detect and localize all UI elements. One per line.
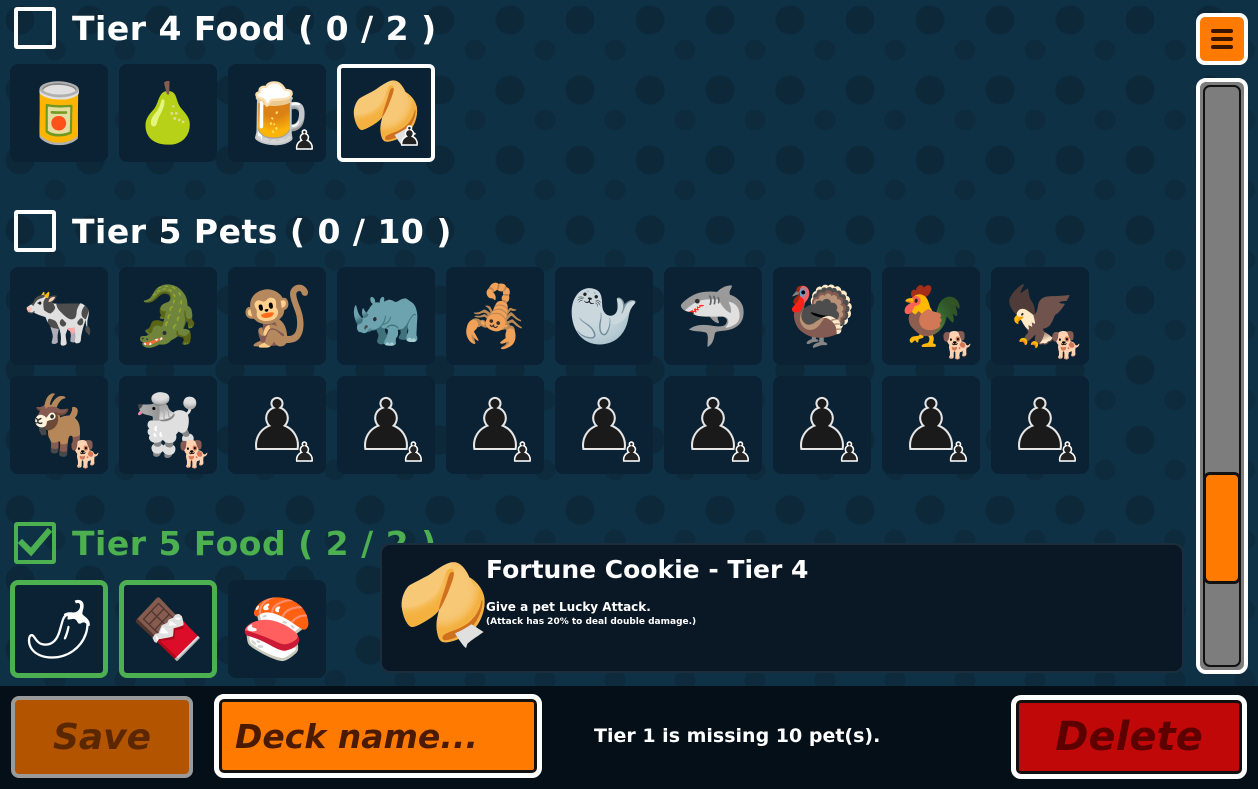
- tooltip-description: Give a pet Lucky Attack.: [486, 600, 651, 614]
- locked-pawn-icon: ♟: [728, 437, 753, 469]
- tile-scorpion[interactable]: 🦂: [446, 267, 544, 365]
- locked-pawn-icon: ♟: [401, 437, 426, 469]
- shark-icon: 🦈: [676, 282, 750, 350]
- fortune-cookie-icon: 🥠: [396, 560, 491, 649]
- locked-pawn-icon: ♟: [1055, 437, 1080, 469]
- locked-pawn-icon: ♟: [292, 437, 317, 469]
- tile-poodle[interactable]: 🐩 🐕: [119, 376, 217, 474]
- tile-locked-pet[interactable]: ♟ ♟: [882, 376, 980, 474]
- tile-rooster[interactable]: 🐓 🐕: [882, 267, 980, 365]
- tile-beer[interactable]: 🍺 ♟: [228, 64, 326, 162]
- locked-pawn-icon: ♟: [946, 437, 971, 469]
- tile-locked-pet[interactable]: ♟ ♟: [773, 376, 871, 474]
- sushi-icon: 🍣: [240, 595, 314, 663]
- checkbox-tier5-pets[interactable]: [14, 210, 56, 252]
- tile-canned-food[interactable]: 🥫: [10, 64, 108, 162]
- tile-locked-pet[interactable]: ♟ ♟: [664, 376, 762, 474]
- section-title-tier4-food: Tier 4 Food ( 0 / 2 ): [72, 8, 437, 48]
- save-button[interactable]: Save: [11, 696, 193, 778]
- tile-rhino[interactable]: 🦏: [337, 267, 435, 365]
- save-button-label: Save: [52, 716, 152, 758]
- tile-pear[interactable]: 🍐: [119, 64, 217, 162]
- delete-button-label: Delete: [1055, 714, 1203, 760]
- tooltip-note: (Attack has 20% to deal double damage.): [486, 617, 697, 627]
- puppy-pack-icon: 🐕: [941, 331, 974, 361]
- tile-shark[interactable]: 🦈: [664, 267, 762, 365]
- canned-food-icon: 🥫: [22, 79, 96, 147]
- deck-status-text: Tier 1 is missing 10 pet(s).: [594, 725, 881, 747]
- tile-eagle[interactable]: 🦅 🐕: [991, 267, 1089, 365]
- tile-locked-pet[interactable]: ♟ ♟: [337, 376, 435, 474]
- pear-icon: 🍐: [131, 79, 205, 147]
- tile-locked-pet[interactable]: ♟ ♟: [555, 376, 653, 474]
- locked-pawn-icon: ♟: [837, 437, 862, 469]
- tile-locked-pet[interactable]: ♟ ♟: [228, 376, 326, 474]
- locked-pawn-icon: ♟: [510, 437, 535, 469]
- crocodile-icon: 🐊: [131, 282, 205, 350]
- puppy-pack-icon: 🐕: [1050, 331, 1083, 361]
- locked-pawn-icon: ♟: [397, 121, 422, 153]
- hamburger-icon-line: [1211, 45, 1233, 49]
- delete-button[interactable]: Delete: [1011, 695, 1247, 779]
- tile-chocolate[interactable]: 🍫: [119, 580, 217, 678]
- section-header-tier5-food: Tier 5 Food ( 2 / 2 ): [14, 522, 437, 564]
- cow-icon: 🐄: [22, 282, 96, 350]
- locked-pawn-icon: ♟: [292, 125, 317, 157]
- tooltip-title: Fortune Cookie - Tier 4: [486, 555, 809, 584]
- scrollbar-track[interactable]: [1196, 78, 1248, 674]
- deck-name-input[interactable]: [214, 694, 542, 778]
- scorpion-icon: 🦂: [458, 282, 532, 350]
- seal-icon: 🦭: [567, 282, 641, 350]
- puppy-pack-icon: 🐕: [178, 440, 211, 470]
- tile-locked-pet[interactable]: ♟ ♟: [991, 376, 1089, 474]
- checkmark-icon: [18, 527, 52, 557]
- checkbox-tier5-food[interactable]: [14, 522, 56, 564]
- checkbox-tier4-food[interactable]: [14, 7, 56, 49]
- menu-button[interactable]: [1196, 13, 1248, 65]
- section-header-tier4-food: Tier 4 Food ( 0 / 2 ): [14, 7, 437, 49]
- section-header-tier5-pets: Tier 5 Pets ( 0 / 10 ): [14, 210, 452, 252]
- tile-sushi[interactable]: 🍣: [228, 580, 326, 678]
- turkey-icon: 🦃: [785, 282, 859, 350]
- tile-seal[interactable]: 🦭: [555, 267, 653, 365]
- tile-monkey[interactable]: 🐒: [228, 267, 326, 365]
- section-title-tier5-pets: Tier 5 Pets ( 0 / 10 ): [72, 211, 452, 251]
- tile-crocodile[interactable]: 🐊: [119, 267, 217, 365]
- locked-pawn-icon: ♟: [619, 437, 644, 469]
- puppy-pack-icon: 🐕: [69, 440, 102, 470]
- rhino-icon: 🦏: [349, 282, 423, 350]
- tile-turkey[interactable]: 🦃: [773, 267, 871, 365]
- hamburger-icon: [1211, 29, 1233, 33]
- item-tooltip: 🥠 Fortune Cookie - Tier 4 Give a pet Luc…: [380, 543, 1184, 673]
- monkey-icon: 🐒: [240, 282, 314, 350]
- tile-fortune-cookie[interactable]: 🥠 ♟: [337, 64, 435, 162]
- scrollbar-thumb[interactable]: [1203, 472, 1241, 584]
- tile-chili[interactable]: 🌶: [10, 580, 108, 678]
- tile-cow[interactable]: 🐄: [10, 267, 108, 365]
- hamburger-icon-line: [1211, 37, 1233, 41]
- tile-goat[interactable]: 🐐 🐕: [10, 376, 108, 474]
- chocolate-icon: 🍫: [131, 595, 205, 663]
- tile-locked-pet[interactable]: ♟ ♟: [446, 376, 544, 474]
- chili-icon: 🌶: [22, 595, 96, 663]
